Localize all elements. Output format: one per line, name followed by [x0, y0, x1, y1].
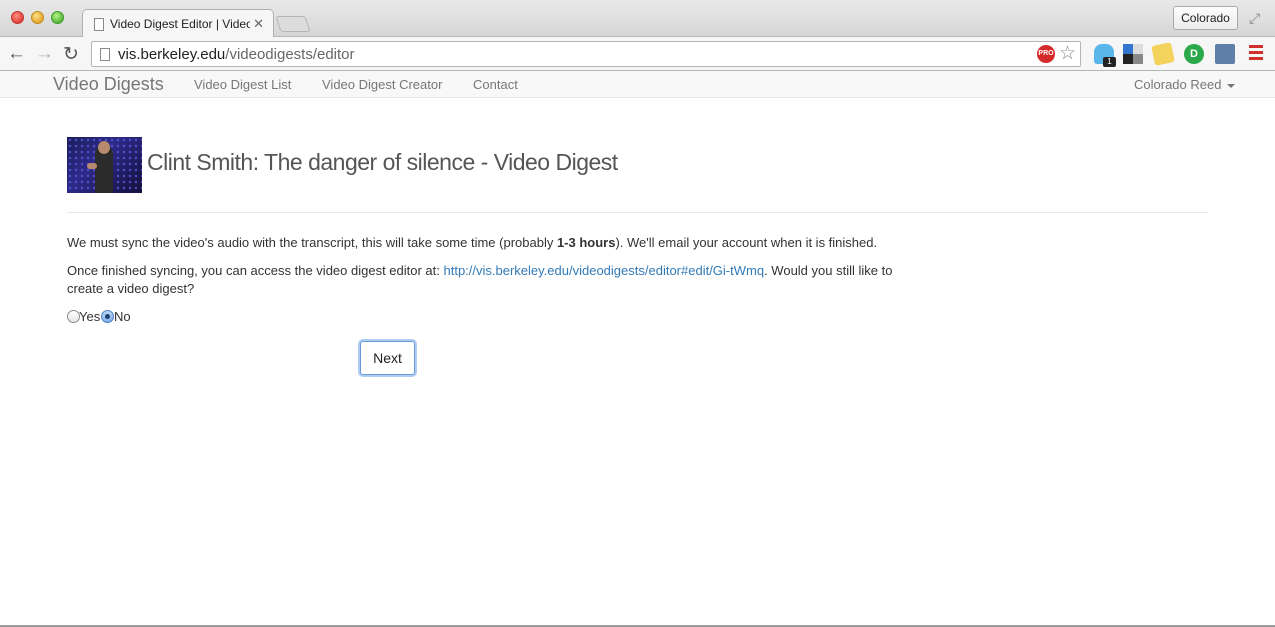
user-name: Colorado Reed: [1134, 77, 1222, 92]
new-tab-button[interactable]: [275, 16, 311, 32]
user-menu[interactable]: Colorado Reed: [1134, 77, 1236, 92]
caret-down-icon: [1227, 83, 1236, 88]
sticky-note-extension-icon[interactable]: [1151, 42, 1175, 66]
profile-button[interactable]: Colorado: [1173, 6, 1238, 30]
url-host: vis.berkeley.edu: [118, 46, 226, 63]
page-icon: [100, 48, 110, 61]
page-icon: [94, 18, 104, 31]
extension-badge: 1: [1103, 57, 1116, 67]
reload-icon[interactable]: ↻: [63, 43, 79, 66]
sync-message: We must sync the video's audio with the …: [67, 234, 877, 252]
delicious-extension-icon[interactable]: [1123, 44, 1143, 64]
bookmark-extension-icon[interactable]: [1215, 44, 1235, 64]
menu-icon[interactable]: [1249, 45, 1263, 63]
tab-title: Video Digest Editor | Video Digests: [110, 17, 250, 31]
radio-no-label: No: [114, 309, 131, 324]
brand-link[interactable]: Video Digests: [53, 74, 164, 95]
browser-titlebar: Video Digest Editor | Video Digests ✕ Co…: [0, 0, 1275, 38]
back-arrow-icon[interactable]: ←: [7, 43, 26, 65]
address-bar[interactable]: vis.berkeley.edu/videodigests/editor PRO…: [91, 41, 1081, 67]
site-navbar: Video Digests Video Digest List Video Di…: [0, 71, 1275, 98]
forward-arrow-icon[interactable]: →: [35, 43, 54, 65]
zoom-window-button[interactable]: [51, 11, 64, 24]
url-path: /videodigests/editor: [225, 46, 355, 63]
sync-text-end: ). We'll email your account when it is f…: [615, 235, 878, 250]
url-text[interactable]: vis.berkeley.edu/videodigests/editor: [118, 46, 355, 63]
star-icon[interactable]: ☆: [1059, 42, 1076, 65]
radio-yes-label: Yes: [79, 309, 101, 324]
close-window-button[interactable]: [11, 11, 24, 24]
editor-link[interactable]: http://vis.berkeley.edu/videodigests/edi…: [444, 263, 765, 278]
page-title: Clint Smith: The danger of silence - Vid…: [147, 149, 618, 175]
editor-text: Once finished syncing, you can access th…: [67, 263, 444, 278]
adblock-pro-icon[interactable]: PRO: [1037, 45, 1055, 63]
id-extension-icon[interactable]: D: [1184, 44, 1204, 64]
nav-video-digest-list[interactable]: Video Digest List: [194, 77, 291, 92]
radio-no[interactable]: [101, 310, 114, 323]
nav-video-digest-creator[interactable]: Video Digest Creator: [322, 77, 442, 92]
browser-tab[interactable]: Video Digest Editor | Video Digests ✕: [82, 9, 274, 38]
nav-contact[interactable]: Contact: [473, 77, 518, 92]
fullscreen-icon[interactable]: ⤢: [1249, 10, 1260, 27]
close-tab-icon[interactable]: ✕: [253, 16, 264, 32]
sync-duration: 1-3 hours: [556, 235, 616, 250]
divider: [67, 212, 1208, 213]
video-thumbnail: [67, 137, 142, 193]
next-button[interactable]: Next: [360, 341, 415, 375]
sync-text: We must sync the video's audio with the …: [67, 235, 557, 250]
minimize-window-button[interactable]: [31, 11, 44, 24]
browser-toolbar: ← → ↻ vis.berkeley.edu/videodigests/edit…: [0, 37, 1275, 71]
editor-message: Once finished syncing, you can access th…: [67, 262, 927, 298]
